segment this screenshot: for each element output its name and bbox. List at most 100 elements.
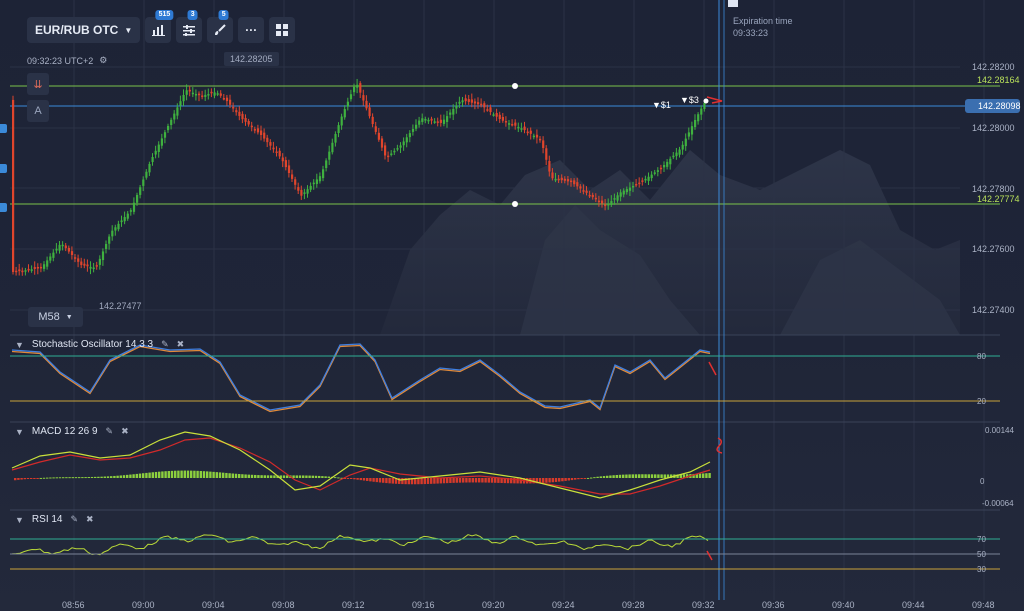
level-handle[interactable] bbox=[512, 83, 518, 89]
macd-histogram-bar bbox=[596, 476, 599, 478]
level-handle[interactable] bbox=[512, 201, 518, 207]
close-icon[interactable]: ✖ bbox=[86, 514, 94, 525]
collapse-icon[interactable]: ▼ bbox=[15, 340, 24, 350]
candle-body bbox=[591, 194, 594, 198]
macd-histogram-bar bbox=[138, 473, 142, 478]
macd-histogram-bar bbox=[455, 478, 458, 483]
macd-histogram-bar bbox=[551, 478, 554, 483]
macd-histogram-bar bbox=[350, 478, 353, 479]
sliders-icon bbox=[183, 24, 196, 36]
macd-histogram-bar bbox=[631, 474, 634, 478]
candle-body bbox=[362, 95, 365, 101]
candle-body bbox=[201, 95, 204, 97]
candle-body bbox=[700, 108, 703, 115]
pencil-icon[interactable]: ✎ bbox=[71, 514, 79, 525]
candle-body bbox=[198, 93, 201, 96]
macd-histogram-bar bbox=[654, 474, 657, 478]
candle-body bbox=[678, 149, 681, 155]
macd-line bbox=[11, 431, 711, 499]
chevron-down-icon: ▼ bbox=[65, 313, 73, 321]
candle-body bbox=[545, 148, 548, 160]
left-edge-tab[interactable] bbox=[0, 124, 7, 133]
rsi-pane-header: ▼ RSI 14 ✎ ✖ bbox=[15, 514, 94, 525]
candle-body bbox=[594, 197, 597, 200]
macd-histogram-bar bbox=[238, 473, 241, 478]
macd-histogram-bar bbox=[222, 472, 225, 478]
candle-body bbox=[92, 267, 95, 270]
indicators-button[interactable]: 3 bbox=[176, 10, 203, 43]
current-price-label: 142.28098 bbox=[978, 101, 1021, 111]
candle-body bbox=[470, 99, 473, 103]
layout-button[interactable] bbox=[269, 17, 296, 43]
candle-body bbox=[322, 169, 325, 179]
candle-body bbox=[154, 150, 157, 155]
trading-chart-screen: 142.28200 142.28000 142.27800 142.27600 … bbox=[0, 0, 1024, 611]
macd-histogram-bar bbox=[257, 475, 260, 478]
sell-arrows-button[interactable]: ⇊ bbox=[27, 73, 49, 95]
close-icon[interactable]: ✖ bbox=[177, 339, 185, 350]
candle-body bbox=[219, 93, 222, 96]
macd-histogram-bar bbox=[593, 477, 596, 479]
candle-body bbox=[659, 167, 663, 170]
candle-body bbox=[461, 100, 464, 103]
chart-type-button[interactable]: 515 bbox=[145, 10, 174, 43]
macd-histogram-bar bbox=[359, 478, 362, 481]
collapse-icon[interactable]: ▼ bbox=[15, 427, 24, 437]
candle-body bbox=[120, 220, 123, 223]
macd-histogram-bar bbox=[369, 478, 372, 482]
price-tick: 142.27800 bbox=[972, 184, 1015, 194]
timeframe-selector[interactable]: M58 ▼ bbox=[28, 307, 83, 327]
candle-body bbox=[563, 178, 566, 181]
candle-body bbox=[176, 107, 179, 116]
candle-body bbox=[446, 116, 449, 122]
candle-body bbox=[511, 124, 514, 126]
macd-histogram-bar bbox=[561, 478, 564, 482]
macd-histogram-bar bbox=[375, 478, 378, 483]
trade-marker-label[interactable]: ▼$1 bbox=[652, 100, 671, 110]
time-tick: 09:48 bbox=[972, 600, 995, 610]
candle-body bbox=[312, 182, 315, 185]
collapse-icon[interactable]: ▼ bbox=[15, 515, 24, 525]
asset-selector-button[interactable]: EUR/RUB OTC ▼ bbox=[27, 17, 141, 43]
macd-histogram-bar bbox=[465, 478, 468, 483]
price-tick: 142.27600 bbox=[972, 244, 1015, 254]
candle-body bbox=[123, 217, 126, 222]
left-edge-tab[interactable] bbox=[0, 164, 7, 173]
macd-histogram-bar bbox=[170, 470, 174, 478]
macd-histogram-bar bbox=[247, 474, 250, 478]
macd-histogram-bar bbox=[206, 471, 209, 478]
left-edge-tab[interactable] bbox=[0, 203, 7, 212]
text-tool-button[interactable]: A bbox=[27, 100, 49, 122]
candle-body bbox=[39, 266, 43, 269]
macd-histogram-bar bbox=[180, 470, 183, 478]
macd-histogram-bar bbox=[116, 475, 119, 478]
candle-body bbox=[548, 161, 551, 172]
high-price-chip: 142.28205 bbox=[224, 52, 279, 66]
pencil-icon[interactable]: ✎ bbox=[161, 339, 169, 350]
macd-histogram-bar bbox=[558, 478, 561, 482]
macd-histogram-bar bbox=[449, 478, 452, 484]
candle-body bbox=[163, 132, 167, 138]
candle-body bbox=[411, 128, 415, 132]
macd-histogram-bar bbox=[468, 478, 471, 483]
more-button[interactable]: ··· bbox=[238, 17, 265, 43]
candle-body bbox=[616, 195, 619, 201]
gear-icon[interactable]: ⚙ bbox=[99, 55, 107, 66]
macd-histogram-bar bbox=[599, 476, 602, 478]
candle-body bbox=[483, 103, 486, 108]
macd-histogram-bar bbox=[58, 477, 62, 479]
bar-chart-icon bbox=[151, 24, 165, 36]
macd-histogram-bar bbox=[580, 478, 583, 479]
macd-histogram-bar bbox=[433, 478, 436, 484]
candle-body bbox=[334, 133, 337, 143]
drawing-tools-button[interactable]: 5 bbox=[207, 10, 234, 43]
chart-canvas[interactable]: 142.28200 142.28000 142.27800 142.27600 … bbox=[0, 0, 1024, 611]
candle-body bbox=[390, 153, 393, 155]
expiration-title: Expiration time bbox=[733, 16, 793, 26]
pencil-icon[interactable]: ✎ bbox=[106, 426, 114, 437]
close-icon[interactable]: ✖ bbox=[121, 426, 129, 437]
macd-histogram-bar bbox=[583, 478, 586, 479]
trade-marker-label[interactable]: ▼$3 bbox=[680, 95, 699, 105]
double-down-arrow-icon: ⇊ bbox=[33, 78, 43, 91]
candle-body bbox=[622, 190, 625, 195]
